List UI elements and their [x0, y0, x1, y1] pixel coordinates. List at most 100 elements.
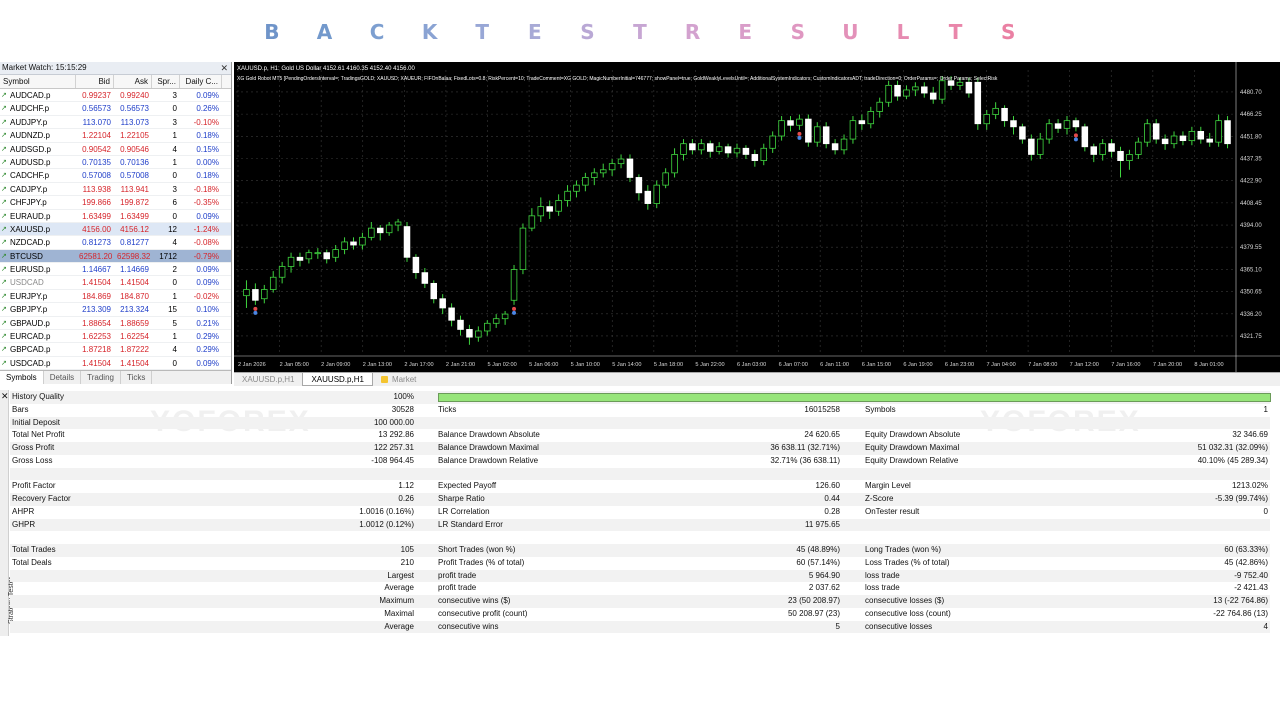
bullish-candle [983, 114, 990, 125]
market-watch-row[interactable]: AUDCHF.p 0.56573 0.56573 0 0.26% [0, 102, 231, 116]
chart-tab-2[interactable]: XAUUSD.p,H1 [302, 373, 373, 386]
ask-cell: 113.073 [120, 117, 149, 127]
time-axis-label: 6 Jan 23:00 [945, 362, 974, 368]
market-watch-row[interactable]: EURUSD.p 1.14667 1.14669 2 0.09% [0, 263, 231, 277]
report-value: 40.10% (45 289.34) [1197, 455, 1268, 465]
market-watch-row[interactable]: AUDUSD.p 0.70135 0.70136 1 0.00% [0, 156, 231, 170]
bullish-candle [1063, 120, 1071, 129]
daily-change-cell: 0.09% [196, 91, 219, 100]
report-row: Largest profit trade 5 964.90 loss trade -9 … [10, 569, 1270, 583]
history-quality-bar [438, 393, 1271, 402]
daily-change-cell: -0.10% [193, 117, 219, 127]
bullish-candle [814, 126, 821, 143]
market-watch-row[interactable]: GBPCAD.p 1.87218 1.87222 4 0.29% [0, 343, 231, 357]
price-axis-label: 4394.00 [1240, 223, 1262, 229]
column-header-symbol[interactable]: Symbol [0, 75, 76, 88]
report-value: Largest [387, 570, 414, 580]
market-watch-row[interactable]: AUDSGD.p 0.90542 0.90546 4 0.15% [0, 143, 231, 156]
price-axis-label: 4437.35 [1240, 157, 1262, 163]
bearish-candle [350, 241, 357, 246]
bullish-candle [385, 224, 393, 234]
bearish-candle [644, 190, 652, 204]
spread-cell: 4 [172, 238, 177, 248]
bearish-candle [742, 147, 750, 155]
market-watch-row[interactable]: AUDJPY.p 113.070 113.073 3 -0.10% [0, 116, 231, 130]
close-icon[interactable]: ✕ [220, 62, 228, 74]
bullish-candle [867, 111, 875, 125]
market-watch-row[interactable]: NZDCAD.p 0.81273 0.81277 4 -0.08% [0, 236, 231, 250]
bearish-candle [894, 84, 901, 97]
trade-marker-icon [797, 131, 802, 136]
daily-change-cell: 0.09% [196, 358, 219, 368]
report-value: 11 975.65 [805, 519, 840, 529]
time-axis-label: 7 Jan 12:00 [1070, 362, 1099, 368]
market-watch-row[interactable]: CHFJPY.p 199.866 199.872 6 -0.35% [0, 196, 231, 210]
column-header-spread[interactable]: Spr... [152, 75, 180, 88]
market-watch-row[interactable]: USDCAD 1.41504 1.41504 0 0.09% [0, 276, 231, 290]
tab-symbols[interactable]: Symbols [0, 371, 44, 384]
bid-cell: 1.62253 [82, 332, 111, 342]
report-value: 2 037.62 [808, 583, 840, 593]
bullish-candle [368, 227, 375, 238]
banner-letter: L [896, 20, 910, 44]
report-value: 1213.02% [1231, 481, 1268, 491]
report-row [10, 467, 1270, 481]
chart-tab-market[interactable]: Market [373, 373, 424, 386]
close-icon[interactable]: ✕ [1, 391, 9, 402]
market-watch-row[interactable]: EURJPY.p 184.869 184.870 1 -0.02% [0, 290, 231, 304]
ask-cell: 213.324 [120, 305, 149, 315]
market-watch-row[interactable]: EURCAD.p 1.62253 1.62254 1 0.29% [0, 330, 231, 344]
banner-letter: E [527, 20, 542, 44]
market-watch-row[interactable]: GBPAUD.p 1.88654 1.88659 5 0.21% [0, 317, 231, 331]
tab-details[interactable]: Details [44, 371, 82, 384]
report-value: Average [384, 621, 414, 631]
market-watch-row[interactable]: CADJPY.p 113.938 113.941 3 -0.18% [0, 183, 231, 197]
column-header-bid[interactable]: Bid [76, 75, 114, 88]
market-watch-row[interactable]: USDCAD.p 1.41504 1.41504 0 0.09% [0, 357, 231, 371]
market-watch-row[interactable]: EURAUD.p 1.63499 1.63499 0 0.09% [0, 210, 231, 223]
market-watch-row[interactable]: XAUUSD.p 4156.00 4156.12 12 -1.24% [0, 222, 231, 237]
symbol-cell: CADCHF.p [0, 169, 76, 181]
bullish-candle [715, 146, 723, 152]
bid-cell: 0.81273 [82, 238, 111, 248]
bullish-candle [885, 84, 892, 103]
banner-letter: S [580, 20, 595, 44]
bullish-candle [484, 322, 491, 332]
column-header-daily-change[interactable]: Daily C... [180, 75, 222, 88]
market-watch-row[interactable]: AUDCAD.p 0.99237 0.99240 3 0.09% [0, 89, 231, 103]
market-watch-row[interactable]: CADCHF.p 0.57008 0.57008 0 0.18% [0, 169, 231, 183]
bullish-candle [555, 200, 562, 212]
ask-cell: 0.90546 [120, 144, 149, 154]
banner-letter: R [684, 20, 701, 44]
bearish-candle [626, 158, 634, 178]
bearish-candle [1010, 120, 1017, 128]
bearish-candle [805, 118, 812, 143]
market-watch-row[interactable]: BTCUSD62581.20 62598.32 1712 -0.79% [0, 249, 231, 264]
ask-cell: 1.87222 [120, 345, 149, 355]
bullish-candle [769, 135, 776, 149]
bullish-candle [698, 143, 705, 151]
chart-tabs: XAUUSD.p,H1 XAUUSD.p,H1 Market [234, 372, 1280, 386]
tab-trading[interactable]: Trading [81, 371, 121, 384]
bullish-candle [912, 86, 919, 91]
report-label: Z-Score [865, 494, 894, 503]
spread-cell: 1 [172, 291, 177, 301]
time-axis-label: 5 Jan 22:00 [695, 362, 724, 368]
bullish-candle [332, 249, 339, 258]
report-label: Gross Profit [12, 443, 55, 452]
bullish-candle [287, 256, 295, 267]
price-chart[interactable]: 4480.70 4466.25 4451.80 4437.35 4422.90 4408.… [234, 62, 1280, 372]
ask-cell: 184.870 [120, 291, 149, 301]
candlestick-chart[interactable]: 4480.70 4466.25 4451.80 4437.35 4422.90 4408.… [234, 62, 1280, 372]
chart-tab-1[interactable]: XAUUSD.p,H1 [234, 373, 302, 386]
market-watch-row[interactable]: GBPJPY.p 213.309 213.324 15 0.10% [0, 303, 231, 317]
market-watch-row[interactable]: AUDNZD.p 1.22104 1.22105 1 0.18% [0, 129, 231, 143]
report-row: Gross Profit 122 257.31 Balance Drawdown M… [10, 442, 1270, 455]
bearish-candle [1206, 138, 1213, 143]
column-header-ask[interactable]: Ask [114, 75, 152, 88]
report-label: Initial Deposit [12, 417, 61, 427]
bearish-candle [403, 226, 411, 258]
tab-ticks[interactable]: Ticks [121, 371, 153, 384]
bullish-candle [849, 120, 857, 140]
ask-cell: 1.14669 [120, 265, 149, 275]
